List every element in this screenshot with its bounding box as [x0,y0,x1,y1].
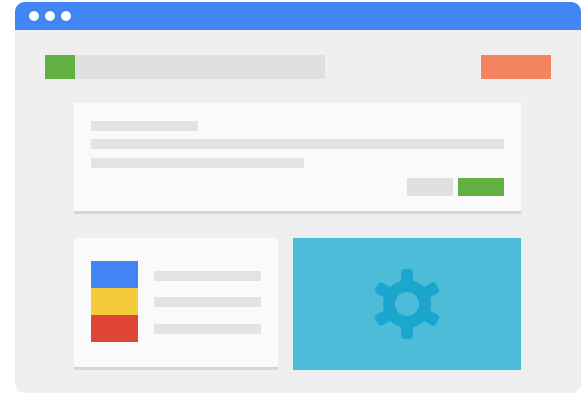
address-bar[interactable] [75,55,325,79]
gear-icon[interactable] [372,269,442,339]
list-item-placeholder [154,324,261,334]
window-maximize-dot[interactable] [61,11,71,21]
action-button[interactable] [481,55,551,79]
window-close-dot[interactable] [29,11,39,21]
site-logo[interactable] [45,55,75,79]
color-list-card [74,238,278,367]
browser-window [15,2,581,393]
card-text-line-placeholder [91,139,504,149]
cancel-button[interactable] [407,178,453,196]
content-card [74,103,521,211]
card-title-placeholder [91,121,198,131]
window-minimize-dot[interactable] [45,11,55,21]
list-item-placeholder [154,271,261,281]
confirm-button[interactable] [458,178,504,196]
list-item-placeholder [154,297,261,307]
settings-panel[interactable] [293,238,521,370]
window-titlebar [15,2,581,30]
red-swatch[interactable] [91,315,138,342]
card-text-line-placeholder [91,158,304,168]
blue-swatch[interactable] [91,261,138,288]
yellow-swatch[interactable] [91,288,138,315]
